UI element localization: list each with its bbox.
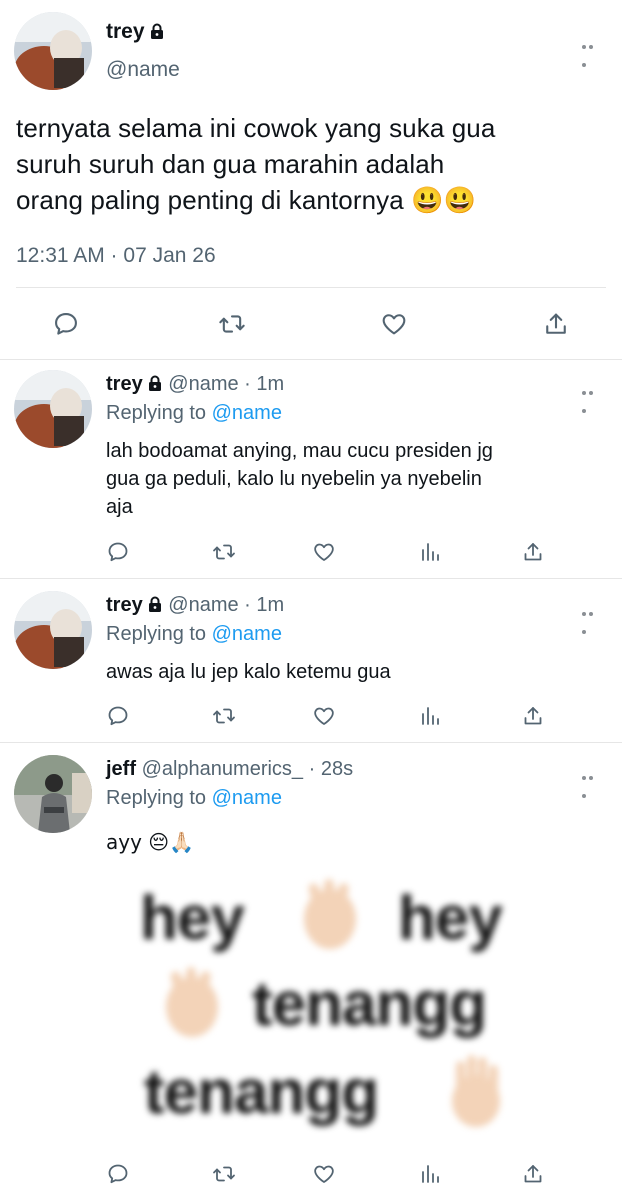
share-button[interactable]	[521, 540, 545, 564]
like-button[interactable]	[312, 1162, 336, 1186]
meme-word: tenangg	[252, 970, 487, 1039]
retweet-button[interactable]	[218, 310, 245, 334]
retweet-button[interactable]	[212, 540, 236, 564]
divider	[16, 287, 606, 288]
retweet-button[interactable]	[212, 704, 236, 728]
comment-bubble-icon	[108, 1164, 128, 1184]
reply-text: ayy 😔🙏🏻	[106, 830, 195, 854]
author-handle[interactable]: @name	[168, 373, 238, 395]
share-button[interactable]	[542, 310, 566, 334]
replying-to: Replying to @name	[106, 623, 282, 645]
avatar[interactable]	[14, 370, 92, 448]
replying-to-link[interactable]: @name	[212, 402, 282, 424]
heart-icon	[314, 707, 334, 725]
like-button[interactable]	[380, 310, 406, 335]
reply-button[interactable]	[106, 540, 130, 564]
reply-time: · 28s	[308, 758, 354, 780]
like-button[interactable]	[312, 540, 336, 564]
more-dots-icon[interactable]	[582, 36, 602, 67]
author-name[interactable]: trey	[106, 373, 143, 395]
retweet-icon	[219, 315, 245, 333]
share-upload-icon	[524, 707, 542, 725]
tweet-text: ternyata selama ini cowok yang suka gua …	[16, 113, 496, 215]
avatar[interactable]	[14, 591, 92, 669]
reply-time: · 1m	[244, 373, 285, 395]
share-upload-icon	[546, 313, 566, 334]
lock-icon	[148, 375, 161, 391]
like-button[interactable]	[312, 704, 336, 728]
avatar[interactable]	[14, 12, 92, 90]
share-button[interactable]	[521, 1162, 545, 1186]
lock-icon	[148, 596, 161, 612]
reply-time: · 1m	[244, 594, 285, 616]
divider	[0, 359, 622, 360]
share-upload-icon	[524, 543, 542, 561]
replying-to: Replying to @name	[106, 402, 282, 424]
replying-to: Replying to @name	[106, 787, 282, 809]
reply-header: trey @name · 1m	[106, 594, 284, 617]
views-button[interactable]	[418, 540, 442, 564]
waving-hand-icon	[152, 963, 232, 1043]
share-upload-icon	[524, 1165, 542, 1183]
heart-icon	[314, 1165, 334, 1183]
avatar[interactable]	[14, 755, 92, 833]
lock-icon	[150, 23, 163, 39]
raised-hand-icon	[436, 1051, 516, 1131]
views-button[interactable]	[418, 1162, 442, 1186]
more-dots-icon[interactable]	[582, 603, 602, 634]
views-button[interactable]	[418, 704, 442, 728]
replying-to-link[interactable]: @name	[212, 623, 282, 645]
reply-button[interactable]	[52, 310, 77, 335]
more-dots-icon[interactable]	[582, 382, 602, 413]
retweet-icon	[213, 1166, 235, 1182]
retweet-icon	[213, 544, 235, 560]
meme-image[interactable]: hey hey tenangg tenangg	[140, 875, 540, 1145]
more-dots-icon[interactable]	[582, 767, 602, 798]
comment-bubble-icon	[108, 542, 128, 562]
meme-word: tenangg	[144, 1058, 379, 1127]
reply-header: jeff @alphanumerics_ · 28s	[106, 758, 353, 781]
retweet-icon	[213, 708, 235, 724]
reply-text: lah bodoamat anying, mau cucu presiden j…	[106, 440, 493, 518]
reply-button[interactable]	[106, 1162, 130, 1186]
author-name[interactable]: trey	[106, 594, 143, 616]
reply-text: awas aja lu jep kalo ketemu gua	[106, 661, 391, 683]
author-name[interactable]: trey	[106, 20, 165, 44]
analytics-icon	[422, 707, 439, 725]
divider	[0, 742, 622, 743]
retweet-button[interactable]	[212, 1162, 236, 1186]
replying-to-link[interactable]: @name	[212, 787, 282, 809]
comment-bubble-icon	[108, 706, 128, 726]
meme-word: hey	[398, 884, 503, 953]
analytics-icon	[422, 1165, 439, 1183]
author-name[interactable]: jeff	[106, 758, 136, 780]
reply-header: trey @name · 1m	[106, 373, 284, 396]
heart-icon	[382, 314, 406, 335]
author-handle[interactable]: @name	[168, 594, 238, 616]
meme-word: hey	[140, 884, 245, 953]
waving-hand-icon	[290, 875, 370, 955]
tweet-timestamp[interactable]: 12:31 AM · 07 Jan 26	[16, 244, 216, 268]
comment-bubble-icon	[55, 313, 77, 335]
heart-icon	[314, 543, 334, 561]
author-handle[interactable]: @alphanumerics_	[142, 758, 304, 780]
divider	[0, 578, 622, 579]
author-handle[interactable]: @name	[106, 58, 180, 82]
share-button[interactable]	[521, 704, 545, 728]
analytics-icon	[422, 543, 439, 561]
reply-button[interactable]	[106, 704, 130, 728]
